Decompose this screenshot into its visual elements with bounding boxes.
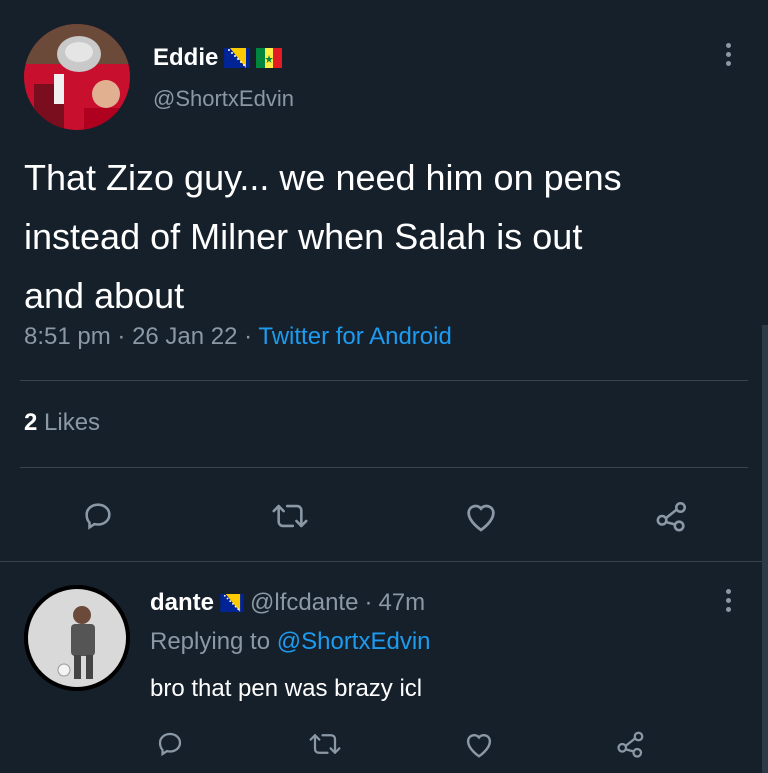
share-button[interactable] — [650, 496, 694, 536]
reply-more-button[interactable] — [726, 589, 732, 616]
like-button[interactable] — [459, 496, 503, 536]
replying-to-handle[interactable]: @ShortxEdvin — [277, 628, 431, 655]
bosnia-flag-icon — [220, 594, 244, 612]
reply-header: dante @lfcdante · 47m — [150, 587, 425, 619]
avatar-image — [24, 24, 130, 130]
tweet-text-line: and about — [24, 275, 185, 316]
meta-separator: · — [364, 589, 373, 616]
tweet-time[interactable]: 8:51 pm — [24, 323, 111, 350]
tweet-text-line: instead of Milner when Salah is out — [24, 216, 583, 257]
replying-to-prefix: Replying to — [150, 628, 271, 655]
author-name-row: Eddie — [153, 41, 283, 75]
retweet-button[interactable] — [268, 496, 312, 536]
divider — [0, 561, 768, 562]
divider — [20, 380, 748, 381]
tweet-text: That Zizo guy... we need him on pens ins… — [24, 148, 622, 325]
tweet-source-link[interactable]: Twitter for Android — [258, 323, 451, 350]
scrollbar[interactable] — [762, 325, 768, 773]
speech-bubble-icon — [158, 732, 182, 757]
divider — [20, 467, 748, 468]
reply-button[interactable] — [78, 496, 118, 536]
reply-display-name[interactable]: dante — [150, 589, 214, 617]
meta-separator: · — [244, 323, 253, 350]
tweet-text-line: That Zizo guy... we need him on pens — [24, 157, 622, 198]
likes-stat[interactable]: 2 Likes — [24, 409, 100, 437]
reply-reply-button[interactable] — [152, 727, 188, 761]
share-nodes-icon — [617, 731, 644, 758]
tweet-more-button[interactable] — [726, 43, 732, 70]
avatar-dante[interactable] — [24, 585, 130, 691]
author-handle[interactable]: @ShortxEdvin — [153, 86, 294, 112]
reply-retweet-button[interactable] — [305, 727, 345, 761]
reply-share-button[interactable] — [611, 727, 651, 761]
avatar-eddie[interactable] — [24, 24, 130, 130]
replying-to: Replying to @ShortxEdvin — [150, 628, 431, 656]
tweet-date[interactable]: 26 Jan 22 — [132, 323, 237, 350]
retweet-icon — [309, 734, 341, 754]
senegal-flag-icon — [256, 48, 283, 68]
heart-icon — [467, 504, 495, 532]
retweet-icon — [272, 504, 308, 528]
reply-like-button[interactable] — [459, 727, 499, 761]
bosnia-flag-icon — [224, 48, 251, 68]
speech-bubble-icon — [85, 503, 111, 530]
likes-count: 2 — [24, 409, 38, 436]
likes-label: Likes — [44, 409, 101, 436]
share-nodes-icon — [656, 501, 687, 532]
meta-separator: · — [117, 323, 126, 350]
author-display-name[interactable]: Eddie — [153, 44, 218, 72]
reply-age[interactable]: 47m — [378, 589, 425, 617]
heart-icon — [466, 733, 492, 758]
reply-text: bro that pen was brazy icl — [150, 675, 423, 702]
tweet-meta: 8:51 pm · 26 Jan 22 · Twitter for Androi… — [24, 323, 452, 351]
reply-handle[interactable]: @lfcdante — [250, 589, 358, 617]
avatar-image — [24, 585, 130, 691]
